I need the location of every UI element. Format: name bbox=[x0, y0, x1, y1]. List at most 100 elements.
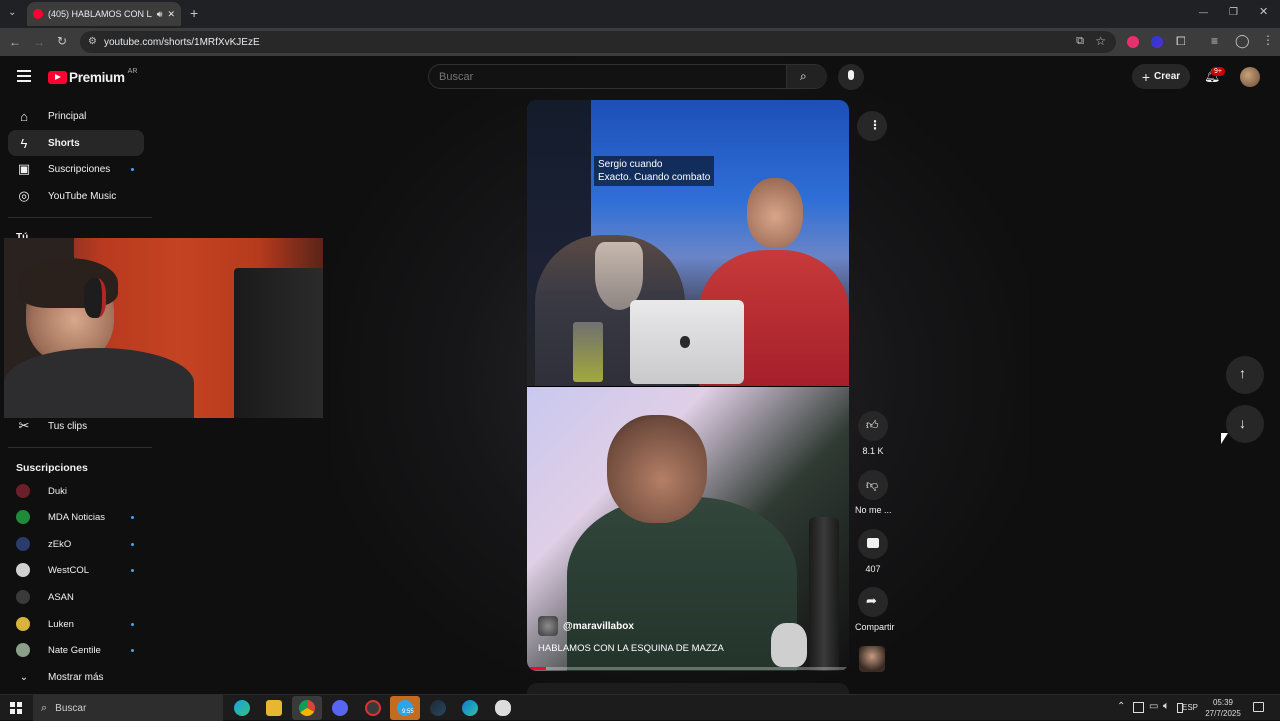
share-button[interactable]: ➦ bbox=[858, 587, 888, 617]
url-text[interactable]: youtube.com/shorts/1MRfXvKJEzE bbox=[104, 37, 260, 48]
extensions-puzzle-icon[interactable]: ⧠ bbox=[1176, 35, 1186, 47]
install-icon[interactable]: ⧉ bbox=[1076, 35, 1084, 48]
close-window-button[interactable]: ✕ bbox=[1259, 7, 1268, 18]
sidebar-divider bbox=[8, 217, 152, 218]
create-button[interactable]: + Crear bbox=[1132, 64, 1190, 89]
account-avatar[interactable] bbox=[1240, 67, 1260, 87]
channel-info[interactable]: @maravillabox bbox=[538, 616, 634, 636]
sound-source-thumbnail[interactable] bbox=[859, 646, 885, 672]
dislike-button[interactable]: 👎︎ bbox=[858, 470, 888, 500]
youtube-play-icon bbox=[48, 70, 67, 84]
subscriptions-heading[interactable]: Suscripciones bbox=[16, 462, 88, 474]
notification-center-icon[interactable] bbox=[1253, 702, 1264, 712]
channel-avatar bbox=[16, 563, 30, 577]
windows-taskbar: ⌕ Buscar 9:55 ⌃ ▭ 🔈︎ ESP 05:39 27/7/2025 bbox=[0, 694, 1280, 721]
subscription-item[interactable]: Duki bbox=[8, 478, 144, 504]
discord-icon[interactable] bbox=[332, 700, 348, 716]
short-video-player[interactable]: Sergio cuando Exacto. Cuando combato @ma… bbox=[527, 100, 849, 671]
media-control-icon[interactable]: ≡ bbox=[1211, 35, 1218, 47]
arrow-down-icon: ↓ bbox=[1239, 415, 1246, 431]
extension-icon[interactable] bbox=[1127, 36, 1139, 48]
search-box[interactable]: ⌕ bbox=[428, 64, 827, 89]
dislike-action[interactable]: 👎︎ No me ... bbox=[855, 470, 892, 515]
sidebar-item-shorts[interactable]: ϟ Shorts bbox=[8, 130, 144, 156]
bookmark-star-icon[interactable]: ☆ bbox=[1095, 34, 1106, 48]
clock-time: 05:39 bbox=[1212, 698, 1234, 707]
youtube-logo[interactable]: Premium AR bbox=[48, 68, 137, 85]
comments-action[interactable]: 407 bbox=[855, 529, 891, 574]
tab-search-icon[interactable]: ⌄ bbox=[8, 8, 16, 18]
subscription-name: MDA Noticias bbox=[48, 511, 106, 523]
tray-app-icon[interactable] bbox=[1133, 702, 1144, 713]
share-action[interactable]: ➦ Compartir bbox=[855, 587, 895, 632]
subscription-item[interactable]: Luken bbox=[8, 611, 144, 637]
volume-icon[interactable]: 🔈︎ bbox=[1163, 700, 1170, 713]
browser-menu-icon[interactable]: ⋮ bbox=[1262, 34, 1274, 46]
channel-avatar bbox=[16, 643, 30, 657]
sidebar-item-principal[interactable]: ⌂ Principal bbox=[8, 103, 144, 129]
tray-chevron-icon[interactable]: ⌃ bbox=[1117, 701, 1125, 712]
sidebar-item-label: Tus clips bbox=[48, 420, 88, 432]
subscription-item[interactable]: zEkO bbox=[8, 531, 144, 557]
edge-dev-icon[interactable] bbox=[462, 700, 478, 716]
extension-icon[interactable] bbox=[1151, 36, 1163, 48]
speaker-icon[interactable]: 🔊︎ bbox=[157, 9, 163, 20]
windows-start-icon[interactable] bbox=[10, 702, 22, 714]
sidebar-item-youtube-music[interactable]: ◎ YouTube Music bbox=[8, 183, 144, 209]
forward-arrow-icon[interactable]: → bbox=[33, 36, 45, 48]
address-bar[interactable]: ⚙ youtube.com/shorts/1MRfXvKJEzE ⧉ ☆ bbox=[80, 31, 1116, 53]
edge-icon[interactable] bbox=[234, 700, 250, 716]
browser-tab[interactable]: (405) HABLAMOS CON LA 🔊︎ ✕ bbox=[27, 2, 181, 26]
site-info-icon[interactable]: ⚙ bbox=[88, 36, 97, 47]
subscription-item[interactable]: MDA Noticias bbox=[8, 504, 144, 530]
new-tab-button[interactable]: + bbox=[190, 6, 198, 20]
sidebar-item-suscripciones[interactable]: ▣ Suscripciones bbox=[8, 156, 144, 182]
app-icon[interactable] bbox=[365, 700, 381, 716]
next-short-button[interactable]: ↓ bbox=[1226, 405, 1264, 443]
profile-icon[interactable]: ◯ bbox=[1235, 34, 1250, 47]
search-input[interactable] bbox=[439, 65, 779, 88]
mouse-app-icon[interactable] bbox=[495, 700, 511, 716]
sidebar-divider bbox=[8, 447, 152, 448]
restore-button[interactable]: ❐ bbox=[1229, 8, 1238, 18]
channel-avatar bbox=[16, 617, 30, 631]
previous-short-button[interactable]: ↑ bbox=[1226, 356, 1264, 394]
show-more-button[interactable]: ⌄ Mostrar más bbox=[8, 664, 144, 690]
back-arrow-icon[interactable]: ← bbox=[9, 36, 21, 48]
youtube-page: Premium AR ⌕ + Crear 🔔︎ 9+ ⌂ Principal ϟ… bbox=[0, 56, 1280, 694]
comment-icon bbox=[867, 538, 879, 548]
chrome-icon[interactable] bbox=[299, 700, 315, 716]
progress-track[interactable] bbox=[527, 667, 849, 670]
file-explorer-icon[interactable] bbox=[266, 700, 282, 716]
taskbar-search[interactable]: ⌕ Buscar bbox=[33, 695, 223, 721]
subscription-item[interactable]: WestCOL bbox=[8, 557, 144, 583]
search-button[interactable]: ⌕ bbox=[786, 65, 827, 88]
sidebar-item-label: Principal bbox=[48, 110, 87, 122]
channel-handle[interactable]: @maravillabox bbox=[563, 621, 634, 632]
more-options-button[interactable]: ⋮ bbox=[857, 111, 887, 141]
like-action[interactable]: 👍︎ 8.1 K bbox=[855, 411, 891, 456]
show-more-label: Mostrar más bbox=[48, 671, 104, 683]
tab-close-button[interactable]: ✕ bbox=[167, 9, 175, 20]
channel-avatar[interactable] bbox=[538, 616, 558, 636]
youtube-favicon-icon bbox=[33, 9, 43, 19]
comments-button[interactable] bbox=[858, 529, 888, 559]
share-label: Compartir bbox=[855, 622, 895, 632]
notification-badge: 9+ bbox=[1211, 67, 1225, 76]
sidebar-item-label: YouTube Music bbox=[48, 190, 117, 202]
steam-icon[interactable] bbox=[430, 700, 446, 716]
thumbs-up-icon: 👍︎ bbox=[866, 418, 879, 432]
subscription-name: WestCOL bbox=[48, 564, 90, 576]
hamburger-menu-icon[interactable] bbox=[17, 70, 31, 82]
subscription-item[interactable]: Nate Gentile bbox=[8, 637, 144, 663]
voice-search-button[interactable] bbox=[838, 64, 864, 90]
reload-icon[interactable]: ↻ bbox=[57, 35, 67, 47]
language-indicator[interactable]: ESP bbox=[1182, 703, 1198, 712]
like-button[interactable]: 👍︎ bbox=[858, 411, 888, 441]
next-video-preview bbox=[527, 683, 849, 694]
minimize-button[interactable]: — bbox=[1199, 8, 1208, 17]
clock[interactable]: 05:39 27/7/2025 bbox=[1200, 697, 1246, 719]
channel-avatar bbox=[16, 590, 30, 604]
network-icon[interactable]: ▭ bbox=[1149, 701, 1158, 712]
subscription-item[interactable]: ASAN bbox=[8, 584, 144, 610]
